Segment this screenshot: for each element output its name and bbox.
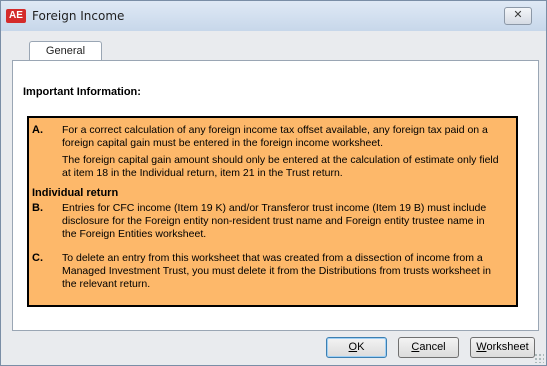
ok-mnemonic: O [348, 341, 358, 353]
item-letter: C. [32, 252, 43, 264]
item-text: The foreign capital gain amount should o… [62, 154, 499, 179]
ok-button[interactable]: OK [326, 337, 387, 358]
item-letter: A. [32, 124, 43, 136]
information-box: A. For a correct calculation of any fore… [27, 116, 518, 307]
resize-grip-icon[interactable] [534, 353, 544, 363]
item-text: For a correct calculation of any foreign… [62, 124, 488, 149]
close-button[interactable]: ✕ [504, 7, 532, 25]
tab-general[interactable]: General [29, 41, 102, 61]
foreign-income-dialog: AE Foreign Income ✕ General Important In… [0, 0, 547, 366]
item-text: To delete an entry from this worksheet t… [62, 252, 491, 290]
cancel-button[interactable]: Cancel [398, 337, 459, 358]
title-bar[interactable]: AE Foreign Income ✕ [1, 1, 546, 31]
worksheet-button[interactable]: Worksheet [470, 337, 535, 358]
cancel-label-rest: ancel [419, 341, 446, 353]
section-subheading: Individual return [32, 187, 119, 199]
worksheet-mnemonic: W [476, 341, 487, 353]
window-title: Foreign Income [32, 9, 125, 23]
general-tab-panel: Important Information: A. For a correct … [12, 60, 539, 331]
item-text: Entries for CFC income (Item 19 K) and/o… [62, 202, 487, 240]
worksheet-label-rest: orksheet [486, 341, 529, 353]
ok-label-rest: K [357, 341, 365, 353]
item-letter: B. [32, 202, 43, 214]
important-information-heading: Important Information: [23, 86, 141, 98]
close-icon: ✕ [513, 9, 523, 21]
app-logo-icon: AE [6, 9, 26, 23]
